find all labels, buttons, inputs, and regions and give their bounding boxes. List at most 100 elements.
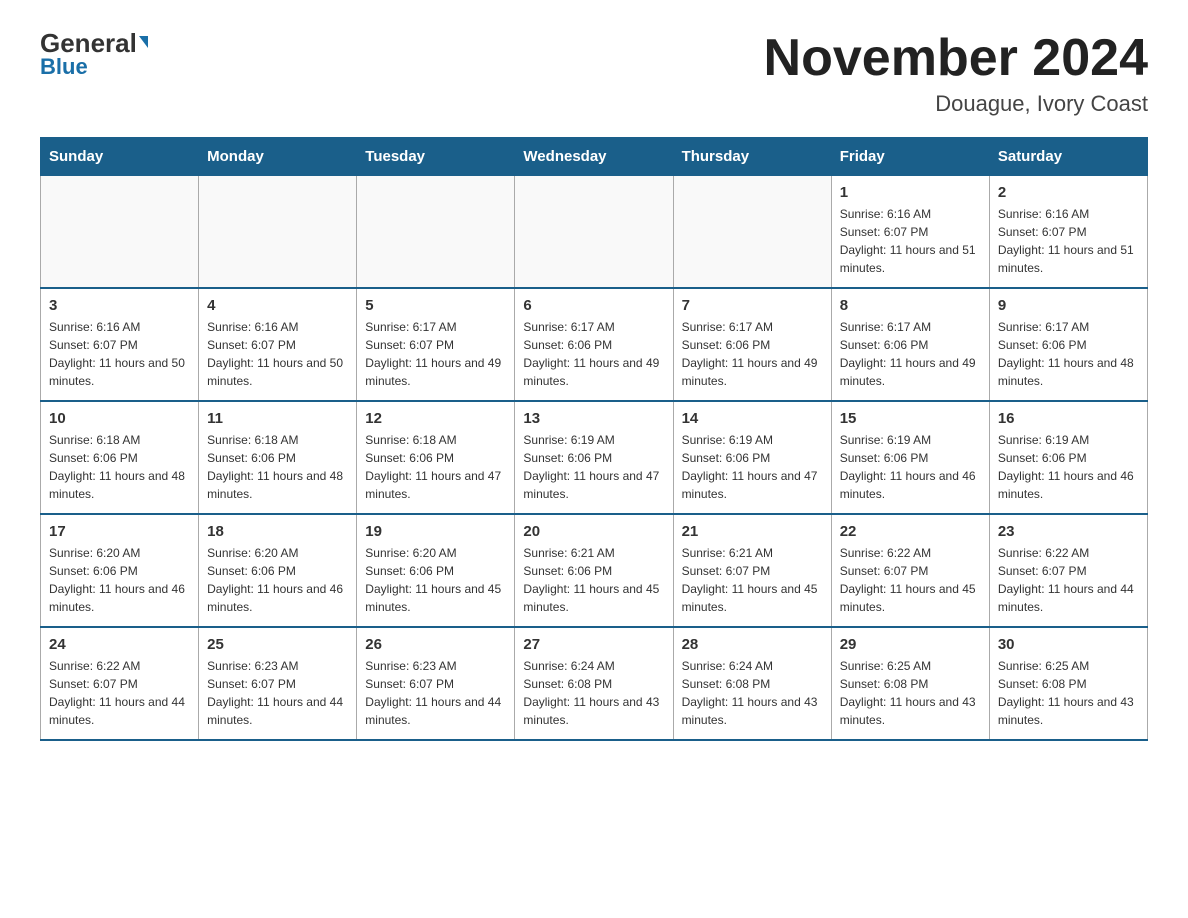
day-number: 12 [365, 410, 506, 427]
day-info: Sunrise: 6:17 AMSunset: 6:07 PMDaylight:… [365, 318, 506, 390]
day-info: Sunrise: 6:16 AMSunset: 6:07 PMDaylight:… [207, 318, 348, 390]
calendar-cell-w2-d1: 3 Sunrise: 6:16 AMSunset: 6:07 PMDaylight… [41, 288, 199, 401]
col-tuesday: Tuesday [357, 138, 515, 176]
day-number: 20 [523, 523, 664, 540]
day-info: Sunrise: 6:20 AMSunset: 6:06 PMDaylight:… [207, 544, 348, 616]
calendar-cell-w1-d3 [357, 176, 515, 289]
calendar-cell-w2-d3: 5Sunrise: 6:17 AMSunset: 6:07 PMDaylight… [357, 288, 515, 401]
col-monday: Monday [199, 138, 357, 176]
day-number: 28 [682, 636, 823, 653]
calendar-cell-w3-d1: 10Sunrise: 6:18 AMSunset: 6:06 PMDayligh… [41, 401, 199, 514]
calendar-cell-w3-d6: 15Sunrise: 6:19 AMSunset: 6:06 PMDayligh… [831, 401, 989, 514]
day-info: Sunrise: 6:18 AMSunset: 6:06 PMDaylight:… [365, 431, 506, 503]
day-info: Sunrise: 6:24 AMSunset: 6:08 PMDaylight:… [523, 657, 664, 729]
calendar-cell-w3-d4: 13 Sunrise: 6:19 AMSunset: 6:06 PMDayligh… [515, 401, 673, 514]
day-info: Sunrise: 6:19 AMSunset: 6:06 PMDaylight:… [998, 431, 1139, 503]
day-info: Sunrise: 6:22 AMSunset: 6:07 PMDaylight:… [49, 657, 190, 729]
calendar-week-4: 17Sunrise: 6:20 AMSunset: 6:06 PMDayligh… [41, 514, 1148, 627]
calendar-cell-w2-d2: 4 Sunrise: 6:16 AMSunset: 6:07 PMDaylight… [199, 288, 357, 401]
day-info: Sunrise: 6:22 AMSunset: 6:07 PMDaylight:… [840, 544, 981, 616]
day-info: Sunrise: 6:21 AMSunset: 6:07 PMDaylight:… [682, 544, 823, 616]
day-number: 29 [840, 636, 981, 653]
page-header: General Blue November 2024 Douague, Ivor… [40, 30, 1148, 117]
day-info: Sunrise: 6:18 AMSunset: 6:06 PMDaylight:… [207, 431, 348, 503]
day-number: 22 [840, 523, 981, 540]
day-number: 26 [365, 636, 506, 653]
calendar-cell-w1-d2 [199, 176, 357, 289]
calendar-week-5: 24 Sunrise: 6:22 AMSunset: 6:07 PMDayligh… [41, 627, 1148, 740]
day-number: 1 [840, 184, 981, 201]
calendar-cell-w4-d2: 18 Sunrise: 6:20 AMSunset: 6:06 PMDayligh… [199, 514, 357, 627]
day-number: 25 [207, 636, 348, 653]
calendar-table: Sunday Monday Tuesday Wednesday Thursday… [40, 137, 1148, 741]
day-number: 24 [49, 636, 190, 653]
calendar-cell-w4-d6: 22 Sunrise: 6:22 AMSunset: 6:07 PMDayligh… [831, 514, 989, 627]
calendar-week-3: 10Sunrise: 6:18 AMSunset: 6:06 PMDayligh… [41, 401, 1148, 514]
calendar-cell-w5-d6: 29 Sunrise: 6:25 AMSunset: 6:08 PMDayligh… [831, 627, 989, 740]
calendar-week-2: 3 Sunrise: 6:16 AMSunset: 6:07 PMDaylight… [41, 288, 1148, 401]
day-info: Sunrise: 6:17 AMSunset: 6:06 PMDaylight:… [840, 318, 981, 390]
day-info: Sunrise: 6:22 AMSunset: 6:07 PMDaylight:… [998, 544, 1139, 616]
logo: General Blue [40, 30, 148, 80]
day-info: Sunrise: 6:16 AMSunset: 6:07 PMDaylight:… [49, 318, 190, 390]
day-number: 4 [207, 297, 348, 314]
day-number: 13 [523, 410, 664, 427]
day-info: Sunrise: 6:19 AMSunset: 6:06 PMDaylight:… [682, 431, 823, 503]
day-number: 30 [998, 636, 1139, 653]
col-thursday: Thursday [673, 138, 831, 176]
calendar-cell-w4-d1: 17Sunrise: 6:20 AMSunset: 6:06 PMDayligh… [41, 514, 199, 627]
calendar-title: November 2024 [764, 30, 1148, 87]
day-info: Sunrise: 6:24 AMSunset: 6:08 PMDaylight:… [682, 657, 823, 729]
day-info: Sunrise: 6:20 AMSunset: 6:06 PMDaylight:… [365, 544, 506, 616]
day-number: 6 [523, 297, 664, 314]
calendar-cell-w3-d7: 16 Sunrise: 6:19 AMSunset: 6:06 PMDayligh… [989, 401, 1147, 514]
day-number: 18 [207, 523, 348, 540]
col-sunday: Sunday [41, 138, 199, 176]
calendar-cell-w5-d1: 24 Sunrise: 6:22 AMSunset: 6:07 PMDayligh… [41, 627, 199, 740]
calendar-cell-w2-d4: 6Sunrise: 6:17 AMSunset: 6:06 PMDaylight… [515, 288, 673, 401]
day-info: Sunrise: 6:19 AMSunset: 6:06 PMDaylight:… [840, 431, 981, 503]
col-saturday: Saturday [989, 138, 1147, 176]
calendar-cell-w3-d5: 14 Sunrise: 6:19 AMSunset: 6:06 PMDayligh… [673, 401, 831, 514]
calendar-cell-w1-d6: 1Sunrise: 6:16 AMSunset: 6:07 PMDaylight… [831, 176, 989, 289]
day-info: Sunrise: 6:23 AMSunset: 6:07 PMDaylight:… [207, 657, 348, 729]
day-number: 8 [840, 297, 981, 314]
calendar-cell-w2-d7: 9 Sunrise: 6:17 AMSunset: 6:06 PMDaylight… [989, 288, 1147, 401]
day-number: 7 [682, 297, 823, 314]
day-number: 3 [49, 297, 190, 314]
calendar-cell-w4-d4: 20 Sunrise: 6:21 AMSunset: 6:06 PMDayligh… [515, 514, 673, 627]
calendar-cell-w4-d5: 21 Sunrise: 6:21 AMSunset: 6:07 PMDayligh… [673, 514, 831, 627]
day-info: Sunrise: 6:17 AMSunset: 6:06 PMDaylight:… [682, 318, 823, 390]
calendar-cell-w3-d2: 11 Sunrise: 6:18 AMSunset: 6:06 PMDayligh… [199, 401, 357, 514]
logo-general-text: General [40, 30, 148, 56]
col-friday: Friday [831, 138, 989, 176]
day-info: Sunrise: 6:16 AMSunset: 6:07 PMDaylight:… [998, 205, 1139, 277]
calendar-cell-w1-d4 [515, 176, 673, 289]
day-number: 11 [207, 410, 348, 427]
day-number: 21 [682, 523, 823, 540]
calendar-week-1: 1 Sunrise: 6:16 AMSunset: 6:07 PMDaylight… [41, 176, 1148, 289]
calendar-cell-w5-d2: 25 Sunrise: 6:23 AMSunset: 6:07 PMDayligh… [199, 627, 357, 740]
day-number: 9 [998, 297, 1139, 314]
calendar-cell-w1-d7: 2 Sunrise: 6:16 AMSunset: 6:07 PMDaylight… [989, 176, 1147, 289]
calendar-cell-w5-d3: 26Sunrise: 6:23 AMSunset: 6:07 PMDayligh… [357, 627, 515, 740]
col-wednesday: Wednesday [515, 138, 673, 176]
calendar-cell-w5-d7: 30Sunrise: 6:25 AMSunset: 6:08 PMDayligh… [989, 627, 1147, 740]
calendar-cell-w2-d5: 7 Sunrise: 6:17 AMSunset: 6:06 PMDaylight… [673, 288, 831, 401]
day-info: Sunrise: 6:21 AMSunset: 6:06 PMDaylight:… [523, 544, 664, 616]
day-number: 16 [998, 410, 1139, 427]
calendar-cell-w4-d3: 19Sunrise: 6:20 AMSunset: 6:06 PMDayligh… [357, 514, 515, 627]
day-info: Sunrise: 6:19 AMSunset: 6:06 PMDaylight:… [523, 431, 664, 503]
calendar-cell-w4-d7: 23 Sunrise: 6:22 AMSunset: 6:07 PMDayligh… [989, 514, 1147, 627]
calendar-cell-w1-d1 [41, 176, 199, 289]
calendar-cell-w5-d4: 27Sunrise: 6:24 AMSunset: 6:08 PMDayligh… [515, 627, 673, 740]
day-info: Sunrise: 6:25 AMSunset: 6:08 PMDaylight:… [840, 657, 981, 729]
day-number: 14 [682, 410, 823, 427]
title-block: November 2024 Douague, Ivory Coast [764, 30, 1148, 117]
calendar-subtitle: Douague, Ivory Coast [764, 91, 1148, 117]
day-number: 23 [998, 523, 1139, 540]
calendar-cell-w5-d5: 28 Sunrise: 6:24 AMSunset: 6:08 PMDayligh… [673, 627, 831, 740]
day-number: 2 [998, 184, 1139, 201]
day-info: Sunrise: 6:17 AMSunset: 6:06 PMDaylight:… [998, 318, 1139, 390]
calendar-header-row: Sunday Monday Tuesday Wednesday Thursday… [41, 138, 1148, 176]
